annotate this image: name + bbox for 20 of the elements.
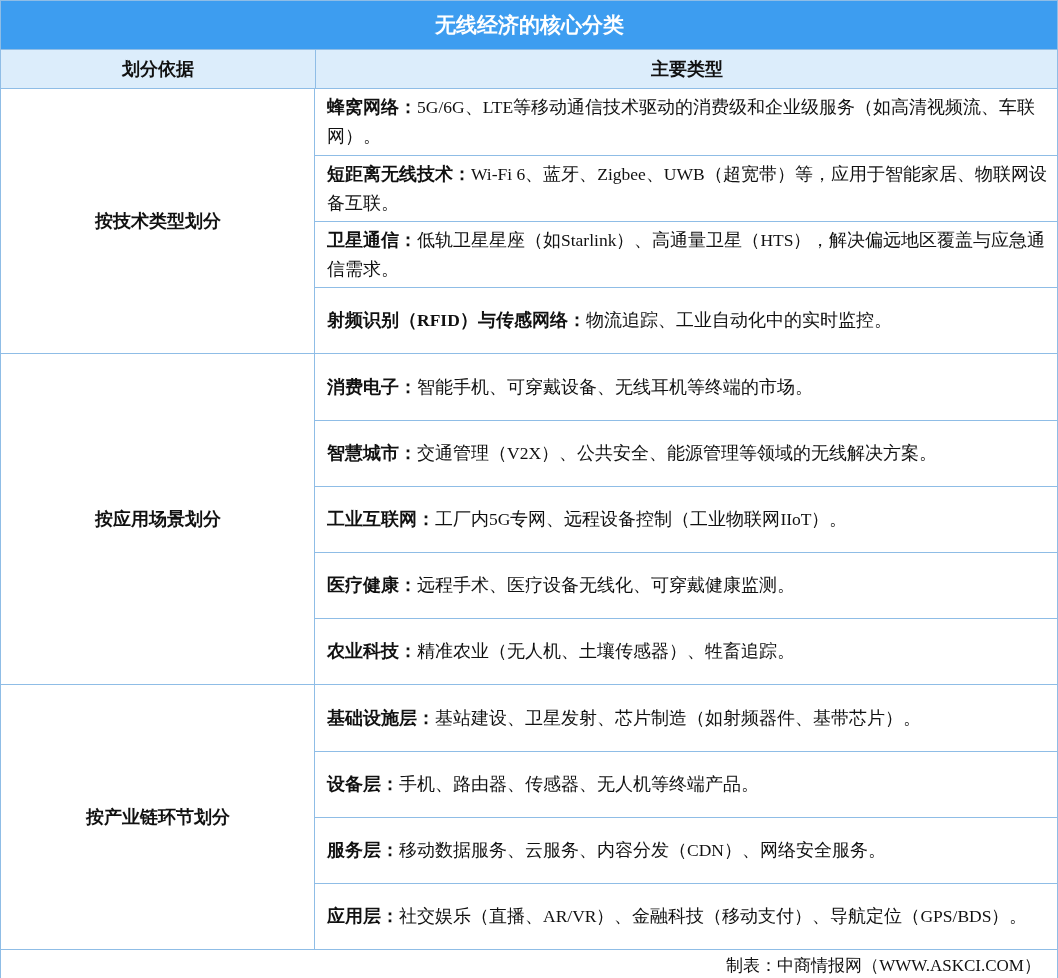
table-cell: 按技术类型划分 bbox=[1, 89, 315, 353]
table-cell: 射频识别（RFID）与传感网络：物流追踪、工业自动化中的实时监控。 bbox=[315, 287, 1057, 353]
column-header: 划分依据 bbox=[121, 58, 195, 81]
table-cell: 卫星通信：低轨卫星星座（如Starlink）、高通量卫星（HTS），解决偏远地区覆盖与应急通信需求。 bbox=[315, 221, 1057, 287]
table-cell: 按应用场景划分 bbox=[1, 354, 315, 684]
table-cell-text: 消费电子：智能手机、可穿戴设备、无线耳机等终端的市场。 bbox=[326, 375, 814, 399]
table-cell: 农业科技：精准农业（无人机、土壤传感器）、牲畜追踪。 bbox=[315, 618, 1057, 684]
table-cell: 设备层：手机、路由器、传感器、无人机等终端产品。 bbox=[315, 751, 1057, 817]
table-cell: 智慧城市：交通管理（V2X）、公共安全、能源管理等领域的无线解决方案。 bbox=[315, 420, 1057, 486]
table-cell: 应用层：社交娱乐（直播、AR/VR）、金融科技（移动支付）、导航定位（GPS/BDS）。 bbox=[315, 883, 1057, 949]
table-cell: 医疗健康：远程手术、医疗设备无线化、可穿戴健康监测。 bbox=[315, 552, 1057, 618]
table-cell-text: 基础设施层：基站建设、卫星发射、芯片制造（如射频器件、基带芯片）。 bbox=[326, 706, 922, 730]
source-note: 制表：中商情报网（WWW.ASKCI.COM） bbox=[1, 949, 1057, 978]
table-cell-text: 蜂窝网络：5G/6G、LTE等移动通信技术驱动的消费级和企业级服务（如高清视频流、车联网）。 bbox=[326, 96, 1037, 148]
table-cell: 服务层：移动数据服务、云服务、内容分发（CDN）、网络安全服务。 bbox=[315, 817, 1057, 883]
table-cell: 工业互联网：工厂内5G专网、远程设备控制（工业物联网IIoT）。 bbox=[315, 486, 1057, 552]
column-header: 主要类型 bbox=[315, 50, 1057, 88]
table-title: 无线经济的核心分类 bbox=[1, 1, 1057, 49]
table-cell: 按产业链环节划分 bbox=[1, 685, 315, 949]
table-cell: 短距离无线技术：Wi-Fi 6、蓝牙、Zigbee、UWB（超宽带）等，应用于智能家居、物联网设备互联。 bbox=[315, 155, 1057, 221]
